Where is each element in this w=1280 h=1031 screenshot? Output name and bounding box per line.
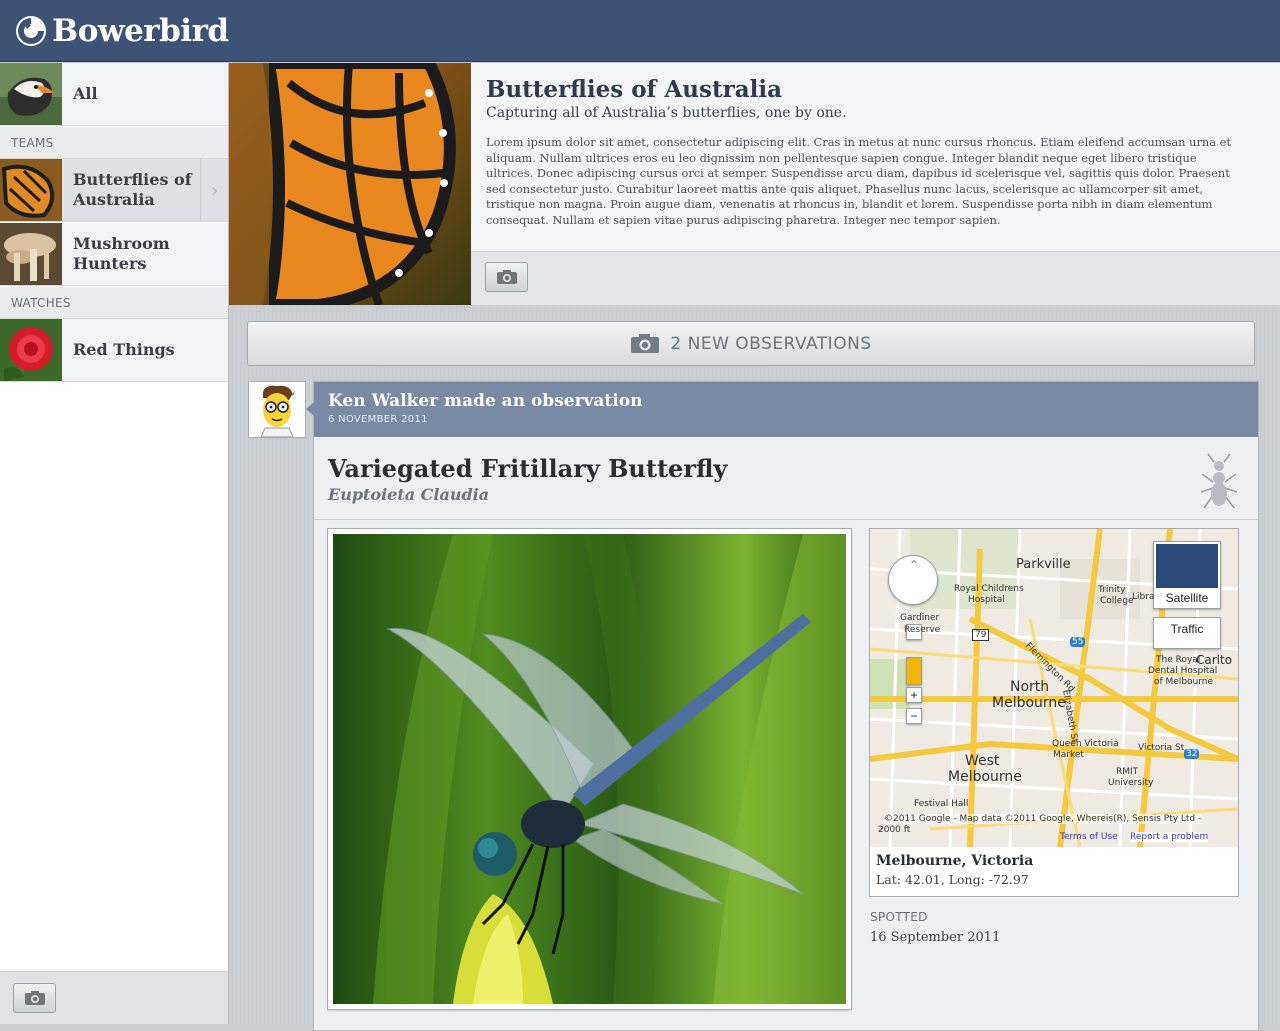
sidebar-item-label: Red Things [73,340,175,359]
sidebar-item-butterflies[interactable]: Butterflies of Australia › [0,159,228,222]
team-camera-button[interactable] [485,262,528,292]
team-cover-image [229,63,471,305]
app-header: Bowerbird [0,0,1280,62]
team-toolbar [471,251,1280,305]
species-name: Variegated Fritillary Butterfly [328,454,728,483]
terms-link[interactable]: Terms of Use [1060,832,1118,842]
sidebar-item-all[interactable]: All [0,63,228,126]
location-map-panel: ⌃ + − Satellite Traffic Parkville Royal … [869,528,1239,897]
traffic-toggle[interactable]: Traffic [1153,617,1221,649]
observation-author[interactable]: Ken Walker made an observation [328,391,642,411]
team-title: Butterflies of Australia [486,76,782,103]
camera-icon [496,270,517,284]
teams-heading: TEAMS [0,127,228,159]
chevron-up-icon: ⌃ [909,558,920,572]
all-thumbnail [0,63,62,125]
sidebar-item-red-things[interactable]: Red Things [0,319,228,382]
team-header: Butterflies of Australia Capturing all o… [229,63,1280,305]
app-logo[interactable]: Bowerbird [14,13,229,49]
map-pan-control[interactable]: ⌃ [888,555,938,605]
team-subtitle: Capturing all of Australia’s butterflies… [486,105,847,121]
sidebar-item-label: Mushroom Hunters [73,234,170,273]
chevron-right-icon: › [200,159,228,221]
red-things-thumbnail [0,319,62,381]
team-description: Lorem ipsum dolor sit amet, consectetur … [486,135,1231,227]
butterflies-thumbnail [0,159,62,221]
zoom-in-button[interactable]: + [906,687,922,703]
observation-header: Ken Walker made an observation 6 NOVEMBE… [306,382,1258,437]
avatar[interactable] [248,381,306,438]
pegman-icon[interactable] [906,657,922,685]
observation-feed[interactable]: 2 NEW OBSERVATIONS Ken Walker made an ob… [229,306,1280,1031]
observation-card: Ken Walker made an observation 6 NOVEMBE… [306,381,1259,1031]
report-problem-link[interactable]: Report a problem [1130,832,1209,842]
watches-heading: WATCHES [0,287,228,319]
new-observations-label: 2 NEW OBSERVATIONS [670,333,872,354]
sidebar-item-mushroom-hunters[interactable]: Mushroom Hunters [0,223,228,286]
sidebar-footer [0,971,228,1024]
spotted-date: 16 September 2011 [870,930,1001,945]
camera-icon [24,991,45,1005]
satellite-toggle[interactable]: Satellite [1153,541,1221,609]
observation-photo[interactable] [327,528,852,1010]
sidebar-item-label: All [73,84,98,103]
add-observation-button[interactable] [13,983,56,1013]
insect-icon [1200,453,1238,509]
new-observations-button[interactable]: 2 NEW OBSERVATIONS [247,321,1255,366]
scientific-name: Euptoieta Claudia [328,485,490,504]
location-coordinates: Lat: 42.01, Long: -72.97 [876,872,1029,887]
sidebar-item-label: Butterflies of Australia [73,170,192,209]
app-title: Bowerbird [52,13,229,49]
zoom-out-button[interactable]: − [906,708,922,724]
location-map[interactable]: ⌃ + − Satellite Traffic Parkville Royal … [870,529,1238,847]
sidebar: All TEAMS Butterflies of Australia › Mus… [0,63,229,1024]
observation-date: 6 NOVEMBER 2011 [328,414,428,425]
location-name: Melbourne, Victoria [876,853,1034,869]
camera-icon [631,334,660,353]
mushroom-thumbnail [0,223,62,285]
spotted-label: SPOTTED [870,910,928,924]
bowerbird-logo-icon [16,16,46,46]
satellite-thumbnail [1156,544,1218,588]
